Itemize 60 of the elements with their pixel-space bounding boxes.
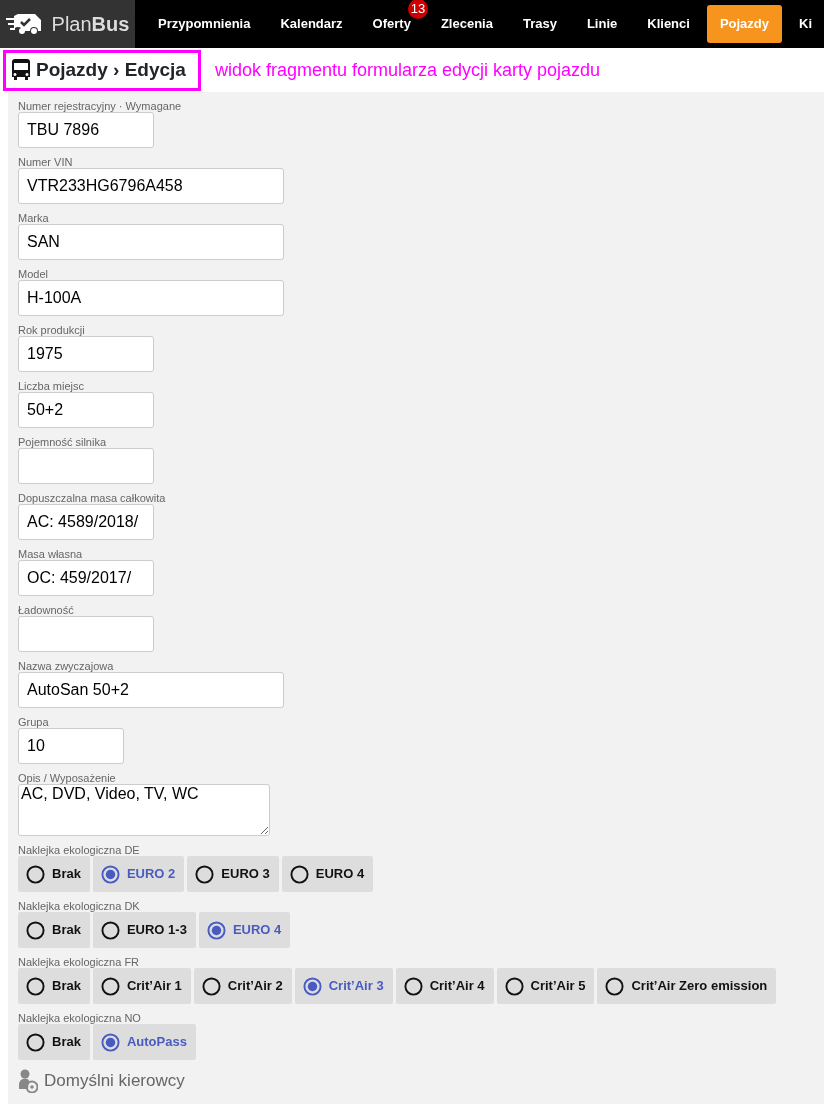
nav-tab[interactable]: Ki (786, 5, 824, 43)
field-label: Masa własna (18, 548, 84, 560)
field-label: Naklejka ekologiczna DE (18, 844, 141, 856)
input-field[interactable]: H-100A (18, 280, 284, 316)
input-field[interactable]: 50+2 (18, 392, 154, 428)
nav-tab[interactable]: Linie (573, 5, 631, 43)
field-label: Opis / Wyposażenie (18, 772, 117, 784)
field-label: Numer VIN (18, 156, 74, 168)
radio-option[interactable]: Crit’Air 2 (193, 968, 292, 1004)
field-label: Naklejka ekologiczna DK (18, 900, 141, 912)
field-label: Ładowność (18, 604, 75, 616)
input-field[interactable]: 1975 (18, 336, 154, 372)
radio-option[interactable]: Brak (18, 912, 90, 948)
field-label: Naklejka ekologiczna FR (18, 956, 141, 968)
text-area[interactable]: AC, DVD, Video, TV, WC (18, 784, 270, 836)
brand-name: PlanBus (51, 12, 130, 37)
field-label: Marka (18, 212, 50, 224)
annotation-text: widok fragmentu formularza edycji karty pojazdu (214, 58, 601, 82)
field-label: Naklejka ekologiczna NO (18, 1012, 142, 1024)
field-label: Numer rejestracyjny · Wymagane (18, 100, 183, 112)
radio-option[interactable]: EURO 4 (281, 856, 374, 892)
field-label: Pojemność silnika (18, 436, 108, 448)
radio-option[interactable]: EURO 1-3 (92, 912, 196, 948)
input-field[interactable]: AC: 4589/2018/ (18, 504, 154, 540)
radio-option[interactable]: EURO 4 (198, 912, 291, 948)
count-badge: 13 (407, 0, 428, 20)
input-field[interactable]: 10 (18, 728, 124, 764)
radio-option[interactable]: EURO 3 (187, 856, 279, 892)
field-label: Model (18, 268, 49, 280)
radio-option[interactable]: Brak (18, 856, 90, 892)
radio-option[interactable]: Brak (18, 968, 90, 1004)
field-label: Liczba miejsc (18, 380, 86, 392)
input-field[interactable]: VTR233HG6796A458 (18, 168, 284, 204)
input-field[interactable] (18, 448, 154, 484)
nav-tab[interactable]: Przypomnienia (145, 5, 264, 43)
field-label: Dopuszczalna masa całkowita (18, 492, 167, 504)
radio-option[interactable]: EURO 2 (92, 856, 185, 892)
input-field[interactable]: AutoSan 50+2 (18, 672, 284, 708)
nav-tab[interactable]: Kalendarz (267, 5, 356, 43)
nav-tab[interactable]: Zlecenia (427, 5, 506, 43)
nav-tab[interactable]: Trasy (509, 5, 570, 43)
page-title: Pojazdy › Edycja (36, 57, 186, 82)
nav-tab[interactable]: Klienci (634, 5, 703, 43)
section-title: Domyślni kierowcy (44, 1070, 185, 1092)
radio-option[interactable]: Crit’Air 3 (294, 968, 393, 1004)
field-label: Grupa (18, 716, 50, 728)
radio-option[interactable]: Crit’Air 5 (496, 968, 595, 1004)
driver-icon (18, 1068, 38, 1093)
radio-option[interactable]: Crit’Air 1 (92, 968, 191, 1004)
field-label: Rok produkcji (18, 324, 86, 336)
radio-option[interactable]: Crit’Air Zero emission (597, 968, 777, 1004)
bus-icon (12, 59, 30, 81)
input-field[interactable] (18, 616, 154, 652)
input-field[interactable]: SAN (18, 224, 284, 260)
field-label: Nazwa zwyczajowa (18, 660, 115, 672)
radio-option[interactable]: Brak (18, 1024, 90, 1060)
radio-option[interactable]: AutoPass (92, 1024, 196, 1060)
radio-option[interactable]: Crit’Air 4 (395, 968, 494, 1004)
input-field[interactable]: TBU 7896 (18, 112, 154, 148)
input-field[interactable]: OC: 459/2017/ (18, 560, 154, 596)
